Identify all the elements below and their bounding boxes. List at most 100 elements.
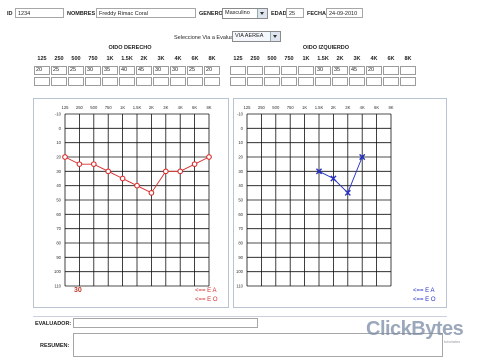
y-tick-label: 80 [238, 241, 243, 246]
y-tick-label: 10 [56, 140, 61, 145]
right-threshold-input[interactable]: 40 [119, 66, 135, 75]
left-threshold-input[interactable] [298, 66, 314, 75]
right-threshold-input[interactable] [204, 77, 220, 86]
left-ear-title: OIDO IZQUIERDO [302, 45, 350, 51]
left-threshold-input[interactable] [332, 77, 348, 86]
left-threshold-input[interactable] [400, 66, 416, 75]
right-freq-label: 3K [157, 56, 165, 62]
via-select[interactable]: VIA AEREA [232, 31, 281, 42]
x-tick-label: 1.5K [133, 105, 142, 110]
left-threshold-input[interactable]: 35 [332, 66, 348, 75]
left-threshold-input[interactable] [400, 77, 416, 86]
right-ear-audiogram-panel: 125 250 500 750 1K 1.5K 2K 3K 4K 6K 8K -10 0 10 20 30 40… [33, 98, 229, 308]
y-tick-label: 40 [56, 183, 61, 188]
name-field[interactable]: Freddy Rimac Coral [96, 8, 196, 18]
chevron-down-icon [270, 32, 280, 41]
x-tick-label: 750 [287, 105, 295, 110]
left-threshold-input[interactable] [281, 77, 297, 86]
right-freq-label: 125 [37, 56, 47, 62]
right-threshold-input[interactable]: 25 [68, 66, 84, 75]
left-threshold-input[interactable] [366, 77, 382, 86]
right-freq-label: 4K [174, 56, 182, 62]
gender-label: GENERO [199, 11, 223, 17]
y-tick-label: 110 [54, 284, 61, 289]
left-freq-label: 2K [336, 56, 344, 62]
date-field[interactable]: 24-09-2010 [326, 8, 363, 18]
left-threshold-input[interactable] [247, 77, 263, 86]
right-threshold-input[interactable] [153, 77, 169, 86]
y-tick-label: -10 [55, 112, 62, 117]
right-threshold-input[interactable] [85, 77, 101, 86]
name-label: NOMBRES [67, 11, 96, 17]
chevron-down-icon [257, 9, 267, 18]
y-tick-label: 100 [236, 269, 244, 274]
right-threshold-input[interactable]: 45 [136, 66, 152, 75]
right-freq-label: 8K [208, 56, 216, 62]
left-threshold-input[interactable]: 20 [366, 66, 382, 75]
x-tick-label: 3K [345, 105, 350, 110]
clickbytes-watermark: ClickBytes [366, 318, 464, 340]
right-threshold-input[interactable] [34, 77, 50, 86]
left-freq-label: 1.5K [317, 56, 329, 62]
evaluator-field[interactable] [73, 318, 258, 328]
left-threshold-input[interactable] [230, 77, 246, 86]
right-threshold-input[interactable]: 25 [51, 66, 67, 75]
left-threshold-input[interactable] [315, 77, 331, 86]
right-threshold-input[interactable] [170, 77, 186, 86]
right-threshold-input[interactable]: 25 [187, 66, 203, 75]
data-point-circle [177, 168, 184, 175]
right-threshold-input[interactable]: 20 [34, 66, 50, 75]
gender-select[interactable]: Masculino [222, 8, 268, 19]
left-threshold-input[interactable] [298, 77, 314, 86]
watermark-sub: tutoriales [444, 339, 461, 344]
right-threshold-input[interactable]: 30 [153, 66, 169, 75]
x-tick-label: 125 [62, 105, 70, 110]
right-ear-audiogram: 125 250 500 750 1K 1.5K 2K 3K 4K 6K 8K -10 0 10 20 30 40… [54, 105, 212, 289]
right-threshold-input[interactable]: 30 [85, 66, 101, 75]
right-threshold-input[interactable] [187, 77, 203, 86]
left-threshold-input[interactable] [264, 77, 280, 86]
right-threshold-input[interactable] [68, 77, 84, 86]
left-threshold-input[interactable]: 30 [315, 66, 331, 75]
data-point-circle [191, 161, 198, 168]
left-freq-label: 3K [353, 56, 361, 62]
left-threshold-input[interactable] [349, 77, 365, 86]
via-select-value: VIA AEREA [235, 33, 264, 39]
right-legend-air: <== E A [195, 288, 217, 294]
left-freq-label: 6K [387, 56, 395, 62]
right-threshold-input[interactable] [51, 77, 67, 86]
x-tick-label: 2K [331, 105, 336, 110]
x-tick-label: 6K [374, 105, 379, 110]
x-tick-label: 750 [105, 105, 113, 110]
y-tick-label: 70 [238, 226, 243, 231]
data-point-circle [162, 168, 169, 175]
left-legend-air: <== E A [413, 288, 435, 294]
left-threshold-input[interactable] [383, 77, 399, 86]
age-label: EDAD [271, 11, 287, 17]
audiometry-form: ID 1234 NOMBRES Freddy Rimac Coral GENER… [0, 0, 480, 360]
left-ear-audiogram: 125 250 500 750 1K 1.5K 2K 3K 4K 6K 8K -10 0 10 20 30 40… [236, 105, 394, 289]
left-threshold-input[interactable]: 45 [349, 66, 365, 75]
left-threshold-input[interactable] [247, 66, 263, 75]
x-tick-label: 3K [163, 105, 168, 110]
left-threshold-input[interactable] [264, 66, 280, 75]
right-threshold-input[interactable]: 30 [170, 66, 186, 75]
id-field[interactable]: 1234 [15, 8, 64, 18]
left-threshold-input[interactable] [230, 66, 246, 75]
x-tick-label: 8K [206, 105, 211, 110]
x-tick-label: 4K [360, 105, 365, 110]
right-threshold-input[interactable] [136, 77, 152, 86]
left-freq-label: 125 [233, 56, 243, 62]
right-threshold-input[interactable]: 20 [204, 66, 220, 75]
left-threshold-input[interactable] [383, 66, 399, 75]
date-label: FECHA [307, 11, 326, 17]
left-threshold-input[interactable] [281, 66, 297, 75]
age-field[interactable]: 25 [286, 8, 304, 18]
right-threshold-input[interactable] [119, 77, 135, 86]
right-threshold-input[interactable]: 35 [102, 66, 118, 75]
right-freq-label: 250 [54, 56, 64, 62]
right-threshold-input[interactable] [102, 77, 118, 86]
left-freq-label: 4K [370, 56, 378, 62]
data-point-circle [62, 154, 68, 160]
y-tick-label: -10 [237, 112, 244, 117]
